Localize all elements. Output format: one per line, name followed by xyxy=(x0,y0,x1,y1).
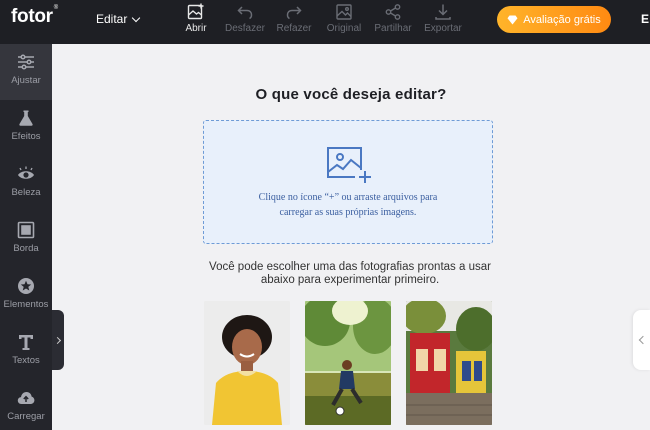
sample-photo-portrait[interactable] xyxy=(204,301,290,425)
share-button[interactable]: Partilhar xyxy=(369,3,417,41)
export-button[interactable]: Exportar xyxy=(419,3,467,41)
editar-menu[interactable]: Editar xyxy=(96,12,141,26)
download-icon xyxy=(435,4,451,20)
sidebar-item-ajustar[interactable]: Ajustar xyxy=(0,44,52,100)
free-trial-button[interactable]: Avaliação grátis xyxy=(497,6,611,33)
open-image-icon xyxy=(187,3,204,20)
redo-icon xyxy=(286,6,302,20)
sidebar-item-label: Beleza xyxy=(11,187,41,198)
sample-hint-line-2: abaixo para experimentar primeiro. xyxy=(260,274,440,286)
portrait-photo-image xyxy=(204,301,290,425)
sidebar-item-label: Carregar xyxy=(7,411,45,422)
sidebar-item-label: Efeitos xyxy=(11,131,41,142)
dropzone-hint-line-2: carregar as suas próprias imagens. xyxy=(279,207,417,218)
chevron-right-icon xyxy=(53,336,61,344)
undo-icon xyxy=(237,6,253,20)
eye-icon xyxy=(18,166,34,179)
sidebar-item-label: Borda xyxy=(13,243,39,254)
top-toolbar: fotor® Editar Abrir Desfazer Refazer Ori… xyxy=(0,0,650,44)
undo-button[interactable]: Desfazer xyxy=(221,3,269,41)
sidebar-item-borda[interactable]: Borda xyxy=(0,212,52,268)
add-image-icon[interactable] xyxy=(325,145,373,185)
star-badge-icon xyxy=(18,278,34,294)
sidebar-item-label: Ajustar xyxy=(11,75,41,86)
sidebar-item-efeitos[interactable]: Efeitos xyxy=(0,100,52,156)
sidebar-item-label: Textos xyxy=(12,355,40,366)
sidebar-item-label: Elementos xyxy=(3,299,49,310)
editar-menu-label: Editar xyxy=(96,12,128,26)
fotor-logo[interactable]: fotor® xyxy=(11,4,58,28)
sidebar-item-beleza[interactable]: Beleza xyxy=(0,156,52,212)
original-image-icon xyxy=(336,4,352,20)
original-label: Original xyxy=(326,23,362,34)
original-button[interactable]: Original xyxy=(320,3,368,41)
open-label: Abrir xyxy=(185,23,207,34)
sample-photos-hint: Você pode escolher uma das fotografias p… xyxy=(200,261,500,287)
left-sidebar: Ajustar Efeitos Beleza Borda Elementos T… xyxy=(0,44,52,430)
chevron-left-icon xyxy=(638,335,648,345)
flask-icon xyxy=(19,110,33,126)
sample-hint-line-1: Você pode escolher uma das fotografias p… xyxy=(209,261,491,273)
open-button[interactable]: Abrir xyxy=(172,3,220,41)
truncated-menu-label[interactable]: E xyxy=(641,12,649,26)
redo-button[interactable]: Refazer xyxy=(270,3,318,41)
dropzone-hint-line-1: Clique no ícone “+” ou arraste arquivos … xyxy=(258,192,438,203)
logo-text: fotor xyxy=(11,6,53,27)
expand-panel-handle[interactable] xyxy=(52,310,64,370)
page-title: O que você deseja editar? xyxy=(255,86,447,103)
redo-label: Refazer xyxy=(276,23,312,34)
right-panel-handle[interactable] xyxy=(633,310,650,370)
export-label: Exportar xyxy=(424,23,462,34)
undo-label: Desfazer xyxy=(224,23,265,34)
chevron-down-icon xyxy=(132,13,141,22)
sidebar-item-elementos[interactable]: Elementos xyxy=(0,268,52,324)
dropzone-hint: Clique no ícone “+” ou arraste arquivos … xyxy=(224,190,472,220)
frame-icon xyxy=(17,221,35,239)
cloud-upload-icon xyxy=(17,392,35,404)
sliders-icon xyxy=(18,54,34,70)
sample-photo-street[interactable] xyxy=(406,301,492,425)
share-label: Partilhar xyxy=(374,23,412,34)
sidebar-item-carregar[interactable]: Carregar xyxy=(0,380,52,430)
free-trial-label: Avaliação grátis xyxy=(523,13,601,26)
text-icon xyxy=(19,335,33,350)
sidebar-item-textos[interactable]: Textos xyxy=(0,324,52,380)
logo-registered-mark: ® xyxy=(53,4,58,11)
upload-dropzone[interactable]: Clique no ícone “+” ou arraste arquivos … xyxy=(203,120,493,244)
soccer-photo-image xyxy=(305,301,391,425)
sample-photo-soccer[interactable] xyxy=(305,301,391,425)
share-icon xyxy=(385,4,401,20)
street-photo-image xyxy=(406,301,492,425)
diamond-icon xyxy=(507,15,518,24)
